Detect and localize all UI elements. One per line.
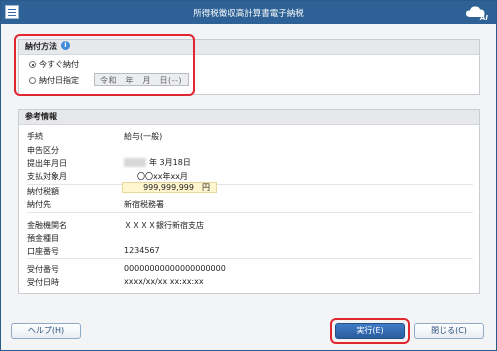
redacted-year (124, 158, 146, 167)
title-bar: 所得税徴収高計算書電子納税 AI (1, 1, 496, 24)
label-procedure: 手続 (27, 132, 43, 141)
label-receipt-number: 受付番号 (27, 265, 59, 274)
value-payee: 新宿税務署 (124, 200, 164, 209)
highlight-payment-method (14, 34, 195, 96)
close-button[interactable]: 閉じる(C) (414, 323, 484, 339)
highlight-execute-button (330, 318, 410, 344)
value-submission-date: 年 3月18日 (124, 157, 191, 168)
label-submission-date: 提出年月日 (27, 159, 67, 168)
label-account-number: 口座番号 (27, 247, 59, 256)
label-filing-category: 申告区分 (27, 146, 59, 155)
reference-info-section: 参考情報 手続 給与(一般) 申告区分 提出年月日 年 3月18日 支払対象月 … (18, 109, 480, 294)
divider (27, 212, 473, 213)
help-button[interactable]: ヘルプ(H) (11, 323, 81, 339)
label-tax-amount: 納付税額 (27, 187, 59, 196)
label-receipt-datetime: 受付日時 (27, 278, 59, 287)
brand-label: AI (479, 14, 488, 22)
value-account-number: 1234567 (124, 246, 160, 255)
reference-info-header: 参考情報 (19, 110, 479, 125)
label-deposit-type: 預金種目 (27, 234, 59, 243)
cloud-ai-logo-icon: AI (464, 3, 490, 22)
window-title: 所得税徴収高計算書電子納税 (193, 9, 304, 19)
value-bank-name: ＸＸＸＸ銀行新宿支店 (124, 221, 204, 230)
label-bank-name: 金融機関名 (27, 221, 67, 230)
value-tax-amount: 999,999,999 円 (122, 182, 217, 193)
value-payment-month: 〇〇xx年xx月 (137, 172, 188, 181)
value-receipt-datetime: xxxx/xx/xx xx:xx:xx (124, 277, 204, 286)
label-payment-month: 支払対象月 (27, 172, 67, 181)
submission-date-text: 年 3月18日 (149, 158, 191, 167)
divider (27, 184, 473, 185)
value-procedure: 給与(一般) (124, 132, 163, 141)
label-payee: 納付先 (27, 200, 51, 209)
divider (27, 258, 473, 259)
value-receipt-number: 00000000000000000000 (124, 264, 226, 273)
dialog-window: 所得税徴収高計算書電子納税 AI 納付方法 i 今すぐ納付 納付日指定 令和 年 … (0, 0, 497, 351)
